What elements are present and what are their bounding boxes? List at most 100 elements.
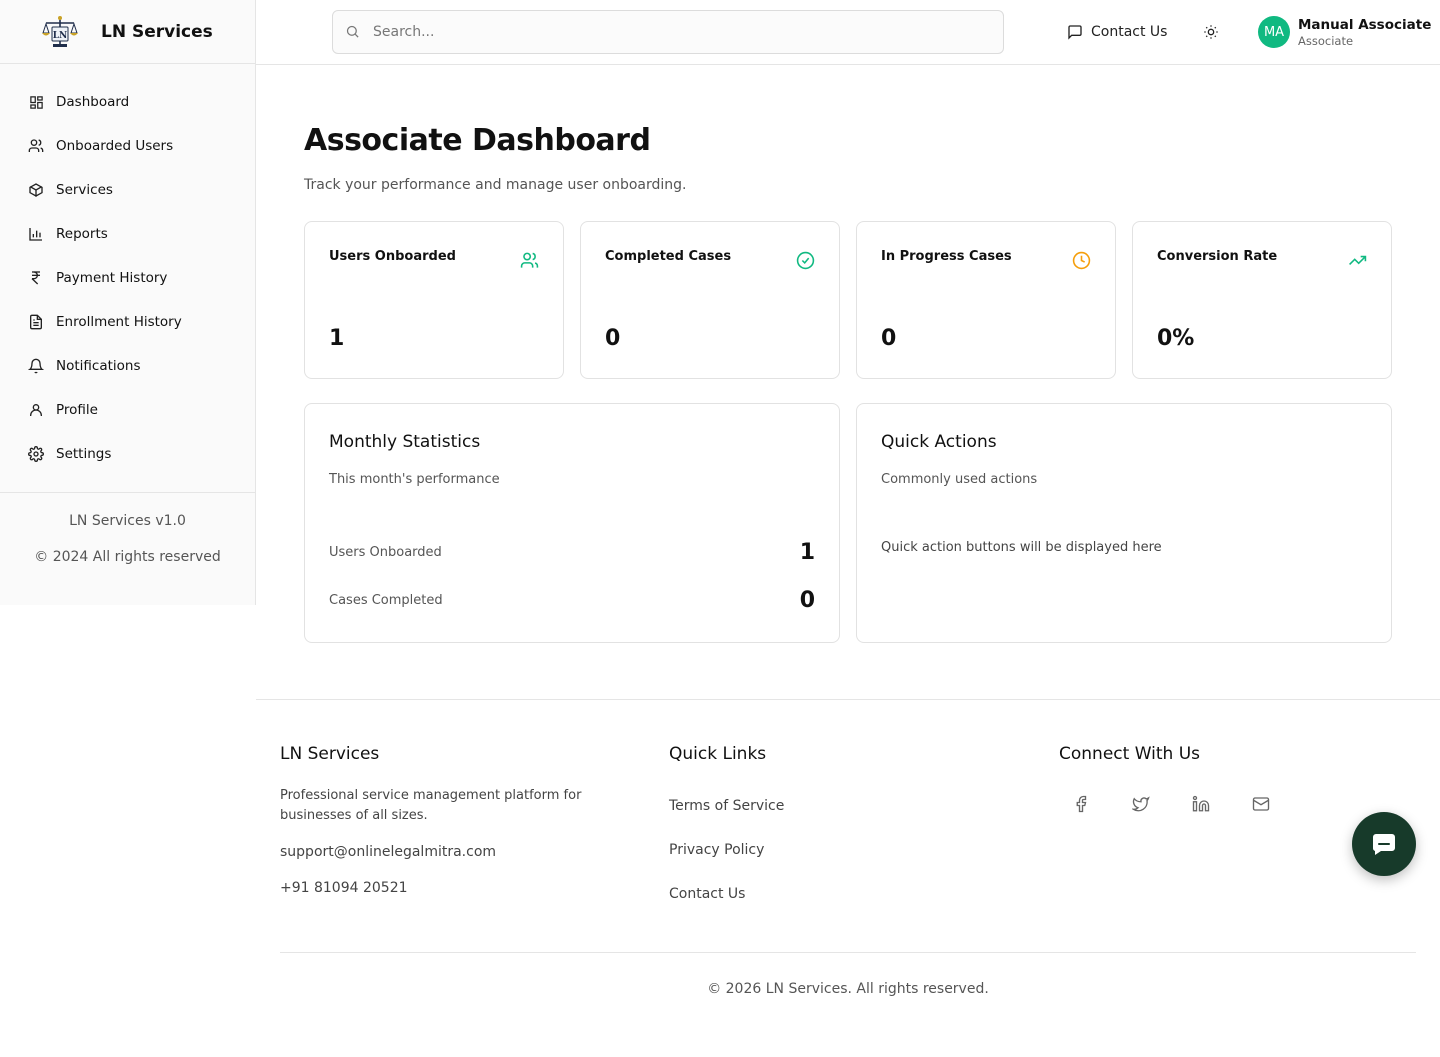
sidebar-item-dashboard[interactable]: Dashboard <box>0 80 255 124</box>
footer-links-title: Quick Links <box>669 744 767 764</box>
contact-us-link[interactable]: Contact Us <box>669 872 784 916</box>
search-icon <box>345 24 361 40</box>
user-menu[interactable]: MA Manual Associate Associate <box>1258 16 1431 48</box>
social-links <box>1059 794 1271 814</box>
stat-card-value: 0% <box>1157 326 1195 351</box>
gear-icon <box>28 446 44 462</box>
monthly-stat-row: Users Onboarded 1 <box>329 540 815 565</box>
quick-actions-placeholder: Quick action buttons will be displayed h… <box>881 540 1162 555</box>
search-input[interactable] <box>373 24 973 40</box>
panels: Monthly Statistics This month's performa… <box>304 403 1392 643</box>
package-icon <box>28 182 44 198</box>
theme-toggle-button[interactable] <box>1201 22 1221 42</box>
users-icon <box>28 138 44 154</box>
mail-icon[interactable] <box>1251 794 1271 814</box>
stat-card-title: Completed Cases <box>605 249 732 264</box>
panel-subtitle: This month's performance <box>329 472 500 487</box>
sidebar-footer: LN Services v1.0 © 2024 All rights reser… <box>0 492 255 565</box>
user-role: Associate <box>1298 33 1354 48</box>
page-title: Associate Dashboard <box>304 123 651 158</box>
linkedin-icon[interactable] <box>1191 794 1211 814</box>
sidebar-item-label: Enrollment History <box>56 314 182 330</box>
footer-about: LN Services Professional service managem… <box>280 744 640 896</box>
footer-divider <box>280 952 1416 953</box>
sun-icon <box>1203 24 1219 40</box>
sidebar-item-label: Onboarded Users <box>56 138 174 154</box>
footer-copyright: © 2026 LN Services. All rights reserved. <box>707 981 989 997</box>
sidebar-item-label: Payment History <box>56 270 168 286</box>
sidebar-item-enrollment-history[interactable]: Enrollment History <box>0 300 255 344</box>
sidebar-item-label: Profile <box>56 402 98 418</box>
check-circle-icon <box>795 250 815 270</box>
search-box[interactable] <box>332 10 1004 54</box>
user-name: Manual Associate <box>1298 16 1432 33</box>
contact-us-label: Contact Us <box>1091 24 1168 40</box>
sidebar-item-label: Services <box>56 182 113 198</box>
footer: LN Services Professional service managem… <box>256 699 1440 1057</box>
stat-card-title: Conversion Rate <box>1157 249 1278 264</box>
panel-subtitle: Commonly used actions <box>881 472 1038 487</box>
dashboard-grid-icon <box>28 94 44 110</box>
users-icon <box>519 250 539 270</box>
sidebar-item-label: Reports <box>56 226 108 242</box>
avatar: MA <box>1258 16 1290 48</box>
stat-card-conversion-rate: Conversion Rate 0% <box>1132 221 1392 379</box>
user-icon <box>28 402 44 418</box>
stat-card-value: 0 <box>881 326 897 351</box>
stat-label: Users Onboarded <box>329 545 442 560</box>
chat-bubble-icon <box>1370 830 1398 858</box>
sidebar-item-reports[interactable]: Reports <box>0 212 255 256</box>
sidebar-item-notifications[interactable]: Notifications <box>0 344 255 388</box>
sidebar-item-services[interactable]: Services <box>0 168 255 212</box>
stats-cards: Users Onboarded 1 Completed Cases 0 In P… <box>304 221 1392 379</box>
app-version: LN Services v1.0 <box>69 513 186 529</box>
brand-name: LN Services <box>101 21 213 42</box>
rupee-icon <box>28 270 44 286</box>
facebook-icon[interactable] <box>1071 794 1091 814</box>
sidebar-item-profile[interactable]: Profile <box>0 388 255 432</box>
clock-icon <box>1071 250 1091 270</box>
stat-value: 1 <box>799 540 815 565</box>
stat-card-title: Users Onboarded <box>329 249 456 264</box>
sidebar-item-label: Dashboard <box>56 94 130 110</box>
svg-text:LN: LN <box>53 31 68 41</box>
footer-brand-title: LN Services <box>280 744 380 764</box>
contact-us-button[interactable]: Contact Us <box>1067 20 1167 44</box>
terms-of-service-link[interactable]: Terms of Service <box>669 784 784 828</box>
stat-card-value: 1 <box>329 326 345 351</box>
sidebar-nav: Dashboard Onboarded Users Services Repor… <box>0 64 255 476</box>
sidebar-item-label: Notifications <box>56 358 141 374</box>
privacy-policy-link[interactable]: Privacy Policy <box>669 828 784 872</box>
top-header: Contact Us MA Manual Associate Associate <box>256 0 1440 65</box>
panel-title: Quick Actions <box>881 432 997 452</box>
sidebar-item-settings[interactable]: Settings <box>0 432 255 476</box>
quick-actions-panel: Quick Actions Commonly used actions Quic… <box>856 403 1392 643</box>
file-text-icon <box>28 314 44 330</box>
twitter-icon[interactable] <box>1131 794 1151 814</box>
scales-of-justice-logo: LN <box>40 15 80 49</box>
message-square-icon <box>1067 24 1083 40</box>
stat-card-value: 0 <box>605 326 621 351</box>
chat-button[interactable] <box>1352 812 1416 876</box>
stat-card-completed-cases: Completed Cases 0 <box>580 221 840 379</box>
sidebar-copyright: © 2024 All rights reserved <box>34 549 221 565</box>
bell-icon <box>28 358 44 374</box>
footer-phone[interactable]: +91 81094 20521 <box>280 880 640 896</box>
sidebar-item-onboarded-users[interactable]: Onboarded Users <box>0 124 255 168</box>
sidebar-item-label: Settings <box>56 446 112 462</box>
brand[interactable]: LN LN Services <box>0 0 255 64</box>
trending-up-icon <box>1347 250 1367 270</box>
sidebar-item-payment-history[interactable]: Payment History <box>0 256 255 300</box>
monthly-stat-row: Cases Completed 0 <box>329 588 815 613</box>
stat-card-users-onboarded: Users Onboarded 1 <box>304 221 564 379</box>
sidebar: LN LN Services Dashboard Onboarded Users… <box>0 0 256 605</box>
footer-description: Professional service management platform… <box>280 788 582 823</box>
bar-chart-icon <box>28 226 44 242</box>
footer-quick-links: Quick Links Terms of Service Privacy Pol… <box>669 744 784 916</box>
page-subtitle: Track your performance and manage user o… <box>304 177 687 193</box>
panel-title: Monthly Statistics <box>329 432 481 452</box>
stat-label: Cases Completed <box>329 593 443 608</box>
stat-card-title: In Progress Cases <box>881 249 1012 264</box>
footer-email[interactable]: support@onlinelegalmitra.com <box>280 844 640 860</box>
monthly-statistics-panel: Monthly Statistics This month's performa… <box>304 403 840 643</box>
